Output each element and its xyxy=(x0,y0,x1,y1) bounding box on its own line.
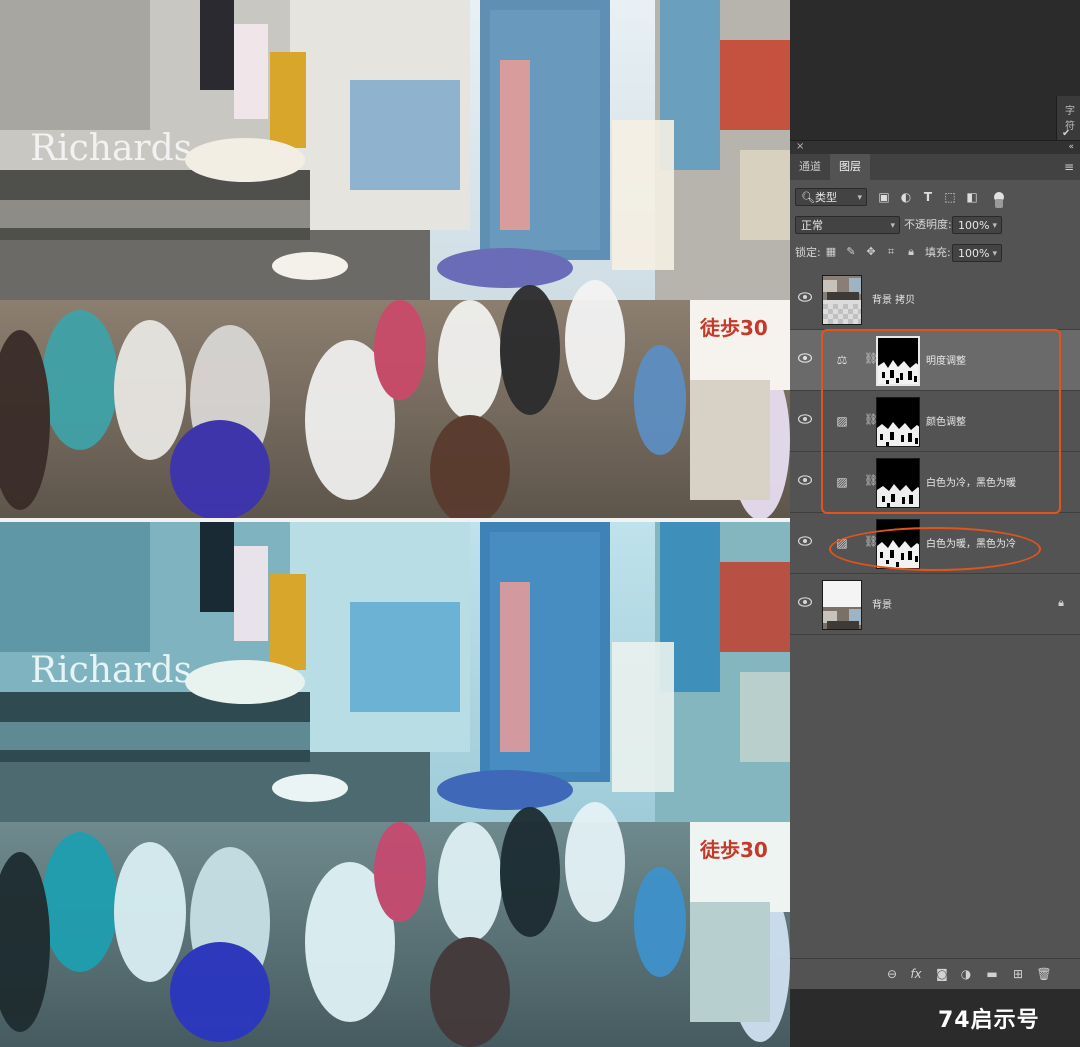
chevron-down-icon: ▾ xyxy=(857,193,862,203)
trash-icon[interactable]: 🗑︎ xyxy=(1036,966,1052,982)
folder-icon[interactable]: ▬ xyxy=(984,966,1000,982)
opacity-value: 100% xyxy=(958,219,990,232)
panel-bottom-bar: ⊖ fx ◙ ◑ ▬ ⊞ 🗑︎ xyxy=(790,958,1080,989)
lock-artboard-icon[interactable]: ⌗ xyxy=(884,245,898,259)
blend-mode-select[interactable]: 正常 ▾ xyxy=(795,216,900,234)
lock-label: 锁定: xyxy=(795,246,821,259)
lock-position-icon[interactable]: ✥ xyxy=(864,245,878,259)
fill-label: 填充: xyxy=(925,246,951,259)
tab-layers[interactable]: 图层 xyxy=(830,154,870,180)
shape-filter-icon[interactable]: ⬚ xyxy=(942,189,958,205)
layer-row[interactable]: 背景 🔒︎ xyxy=(790,574,1080,635)
blend-mode-value: 正常 xyxy=(801,219,823,232)
lock-paint-icon[interactable]: ✎ xyxy=(844,245,858,259)
lock-all-icon[interactable]: 🔒︎ xyxy=(904,245,918,259)
chevron-down-icon: ▾ xyxy=(992,221,997,231)
mask-icon[interactable]: ◙ xyxy=(934,966,950,982)
highlight-ellipse xyxy=(829,527,1041,571)
fill-input[interactable]: 100% ▾ xyxy=(952,244,1002,262)
opacity-label: 不透明度: xyxy=(904,218,952,231)
chevron-down-icon: ▾ xyxy=(992,249,997,259)
panel-menu-icon[interactable]: ≡ xyxy=(1064,160,1074,174)
panel-header-bar: × « xyxy=(790,141,1080,154)
filter-toggle-stem xyxy=(995,199,1003,208)
visibility-eye-icon[interactable] xyxy=(798,292,812,302)
link-icon[interactable]: ⊖ xyxy=(884,966,900,982)
checkmark-icon[interactable]: ✔ xyxy=(1062,128,1070,139)
close-icon[interactable]: × xyxy=(796,141,804,152)
visibility-eye-icon[interactable] xyxy=(798,597,812,607)
svg-text:Richards: Richards xyxy=(30,650,192,691)
photo-before: Richards 徒歩30 xyxy=(0,0,790,518)
layer-thumbnail xyxy=(822,580,862,630)
watermark: 74启示号 xyxy=(938,1008,1040,1033)
type-filter-icon[interactable]: T xyxy=(920,189,936,205)
opacity-input[interactable]: 100% ▾ xyxy=(952,216,1002,234)
visibility-eye-icon[interactable] xyxy=(798,536,812,546)
chevron-down-icon: ▾ xyxy=(890,221,895,231)
layer-row[interactable]: 背景 拷贝 xyxy=(790,269,1080,330)
smart-object-filter-icon[interactable]: ◧ xyxy=(964,189,980,205)
new-layer-icon[interactable]: ⊞ xyxy=(1010,966,1026,982)
layer-name[interactable]: 背景 拷贝 xyxy=(872,291,915,306)
lock-transparent-icon[interactable]: ▦ xyxy=(824,245,838,259)
layer-thumbnail xyxy=(822,275,862,325)
filter-type-value: 类型 xyxy=(814,191,837,204)
filter-type-select[interactable]: 🔍︎类型 ▾ xyxy=(795,188,867,206)
layer-name[interactable]: 背景 xyxy=(872,596,892,611)
svg-text:徒歩30: 徒歩30 xyxy=(699,838,768,862)
search-icon: 🔍︎ xyxy=(801,191,815,204)
svg-text:Richards: Richards xyxy=(30,128,192,169)
photo-after: Richards 徒歩30 xyxy=(0,522,790,1047)
adjustment-icon[interactable]: ◑ xyxy=(958,966,974,982)
collapse-icon[interactable]: « xyxy=(1068,142,1074,152)
fill-value: 100% xyxy=(958,247,990,260)
lock-icon[interactable]: 🔒︎ xyxy=(1058,596,1064,610)
visibility-eye-icon[interactable] xyxy=(798,414,812,424)
svg-text:徒歩30: 徒歩30 xyxy=(699,316,768,340)
fx-icon[interactable]: fx xyxy=(908,966,924,982)
tab-channels[interactable]: 通道 xyxy=(790,154,830,180)
blend-row: 正常 ▾ 不透明度: 100% ▾ xyxy=(790,216,1080,236)
filter-row: 🔍︎类型 ▾ ▣ ◐ T ⬚ ◧ xyxy=(790,188,1080,208)
lock-row: 锁定: ▦ ✎ ✥ ⌗ 🔒︎ 填充: 100% ▾ xyxy=(790,244,1080,264)
panel-tabs: 通道 图层 ≡ xyxy=(790,154,1080,180)
pixel-filter-icon[interactable]: ▣ xyxy=(876,189,892,205)
visibility-eye-icon[interactable] xyxy=(798,475,812,485)
adjustment-filter-icon[interactable]: ◐ xyxy=(898,189,914,205)
visibility-eye-icon[interactable] xyxy=(798,353,812,363)
highlight-rectangle xyxy=(821,329,1061,514)
